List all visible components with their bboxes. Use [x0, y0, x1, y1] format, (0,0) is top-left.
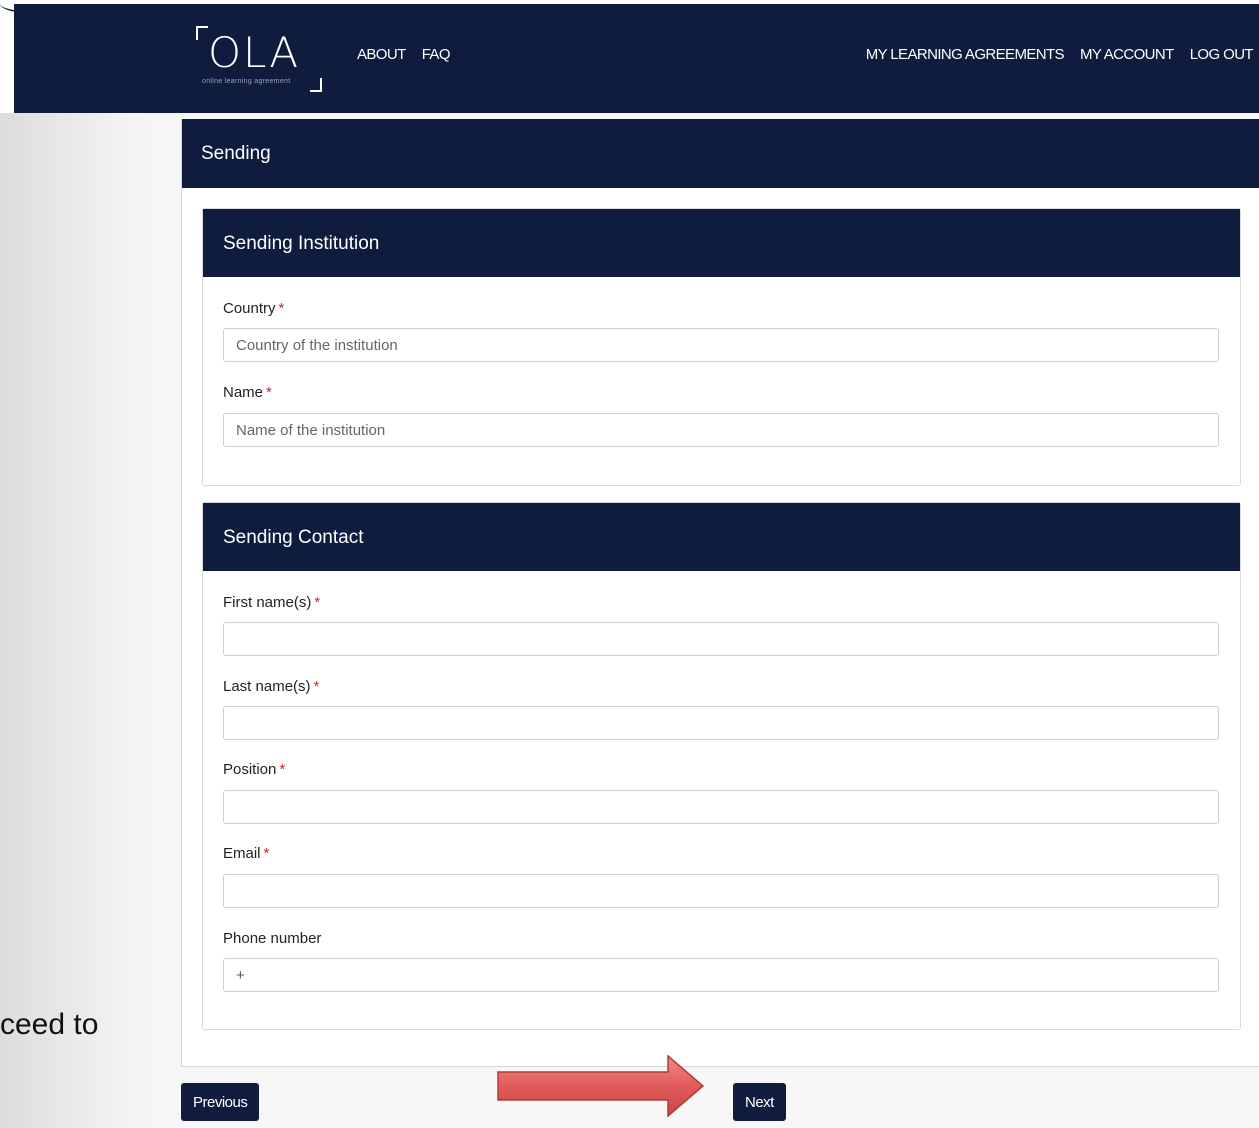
page-title: Sending: [201, 143, 271, 164]
required-marker: *: [314, 594, 321, 611]
last-name-label: Last name(s) *: [223, 678, 319, 695]
position-label-text: Position: [223, 761, 277, 778]
required-marker: *: [313, 678, 320, 695]
position-label: Position *: [223, 761, 285, 778]
last-name-input[interactable]: [223, 706, 1219, 740]
previous-button[interactable]: Previous: [181, 1083, 260, 1121]
sending-contact-header: Sending Contact: [203, 503, 1240, 571]
logo-bracket-bottom-right: [310, 78, 322, 92]
ola-logo[interactable]: OLA online learning agreement: [190, 26, 330, 98]
required-marker: *: [278, 300, 285, 317]
first-name-label: First name(s) *: [223, 594, 320, 611]
logo-bracket-top-left: [196, 26, 208, 40]
nav-left: ABOUT FAQ: [357, 46, 451, 63]
name-label: Name *: [223, 384, 272, 401]
required-marker: *: [263, 845, 270, 862]
sending-contact-title: Sending Contact: [223, 527, 364, 548]
email-input[interactable]: [223, 874, 1219, 908]
top-navbar: OLA online learning agreement ABOUT FAQ …: [14, 4, 1259, 113]
sending-panel: Sending Sending Institution Country* Nam…: [181, 119, 1259, 1067]
logo-subtitle: online learning agreement: [202, 78, 291, 85]
sending-institution-title: Sending Institution: [223, 233, 380, 254]
sending-contact-card: Sending Contact First name(s) * Last name…: [202, 502, 1241, 1030]
nav-link-my-account[interactable]: MY ACCOUNT: [1080, 46, 1174, 63]
next-button[interactable]: Next: [733, 1083, 786, 1121]
institution-name-input[interactable]: [223, 413, 1219, 447]
phone-input[interactable]: [223, 958, 1219, 992]
logo-text: OLA: [208, 28, 301, 77]
first-name-input[interactable]: [223, 622, 1219, 656]
nav-right: MY LEARNING AGREEMENTS MY ACCOUNT LOG OU…: [866, 46, 1254, 63]
required-marker: *: [266, 384, 272, 401]
last-name-label-text: Last name(s): [223, 678, 311, 695]
country-label-text: Country: [223, 300, 276, 317]
name-label-text: Name: [223, 384, 264, 401]
nav-link-log-out[interactable]: LOG OUT: [1190, 46, 1254, 63]
email-label: Email *: [223, 845, 269, 862]
country-input[interactable]: [223, 328, 1219, 362]
phone-label-text: Phone number: [223, 930, 322, 947]
email-label-text: Email: [223, 845, 261, 862]
nav-link-about[interactable]: ABOUT: [357, 46, 406, 63]
sending-institution-card: Sending Institution Country* Name*: [202, 208, 1241, 486]
position-input[interactable]: [223, 790, 1219, 824]
nav-link-my-learning-agreements[interactable]: MY LEARNING AGREEMENTS: [866, 46, 1065, 63]
sending-institution-header: Sending Institution: [203, 209, 1240, 277]
first-name-label-text: First name(s): [223, 594, 312, 611]
phone-label: Phone number: [223, 930, 321, 947]
side-text-fragment: ceed to: [0, 1008, 99, 1041]
sending-panel-header: Sending: [182, 119, 1259, 188]
nav-link-faq[interactable]: FAQ: [422, 46, 451, 63]
country-label: Country *: [223, 300, 284, 317]
required-marker: *: [279, 761, 286, 778]
arrow-right-icon: [497, 1054, 705, 1118]
